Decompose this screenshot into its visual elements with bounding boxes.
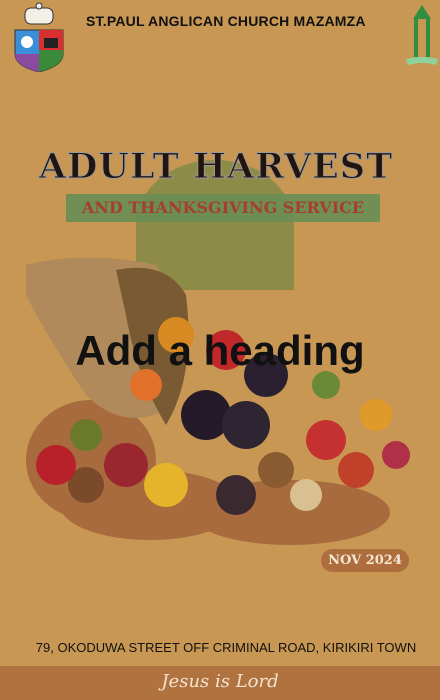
- church-address: 79, OKODUWA STREET OFF CRIMINAL ROAD, KI…: [35, 640, 417, 655]
- church-name: ST.PAUL ANGLICAN CHURCH MAZAMZA: [86, 13, 366, 29]
- event-title: ADULT HARVEST: [38, 146, 394, 188]
- church-crest-logo: [14, 2, 64, 73]
- cross-logo: [404, 3, 440, 65]
- heading-placeholder[interactable]: Add a heading: [0, 327, 440, 375]
- harvest-cornucopia-image: [26, 255, 422, 530]
- date-badge: NOV 2024: [321, 549, 409, 572]
- footer-motto: Jesus is Lord: [0, 666, 440, 700]
- event-subtitle: AND THANKSGIVING SERVICE: [81, 198, 365, 217]
